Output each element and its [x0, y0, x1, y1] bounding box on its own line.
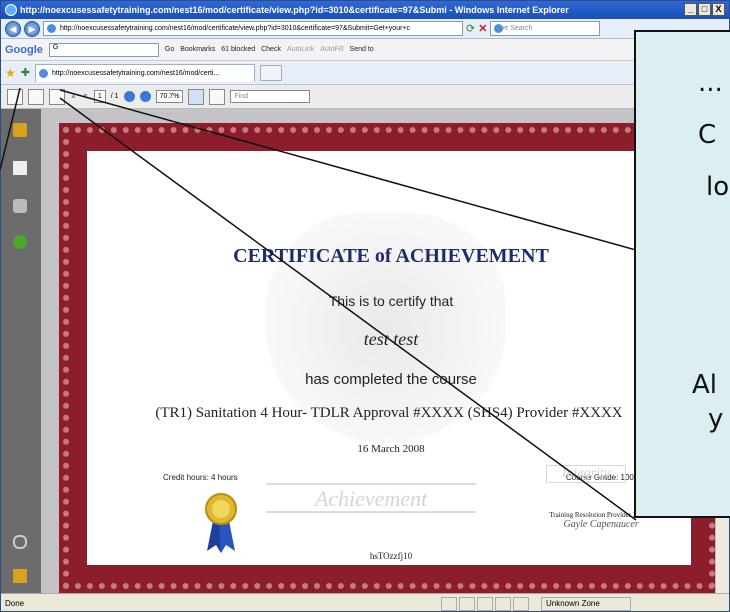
integrity-banner: Integrity	[546, 465, 626, 483]
popup-blocked-button[interactable]: 61 blocked	[221, 46, 255, 53]
favorites-star-icon[interactable]: ★	[5, 66, 16, 80]
attachment-icon[interactable]	[13, 535, 27, 549]
browser-window: http://noexcusessafetytraining.com/nest1…	[0, 0, 730, 612]
signatures-icon[interactable]	[13, 199, 27, 213]
certificate-code: hsTOzzfj10	[369, 551, 413, 561]
address-field[interactable]: http://noexcusessafetytraining.com/nest1…	[43, 21, 463, 36]
prev-page-icon[interactable]: ▲	[70, 93, 77, 100]
security-zone: Unknown Zone	[541, 597, 631, 611]
pdf-sidebar	[1, 109, 41, 593]
status-bar: Done Unknown Zone	[1, 593, 729, 611]
pages-icon[interactable]	[13, 161, 27, 175]
refresh-icon[interactable]: ⟳	[466, 22, 475, 35]
title-bar: http://noexcusessafetytraining.com/nest1…	[1, 1, 729, 19]
comments-icon[interactable]	[13, 569, 27, 583]
callout-line-4: Al	[692, 370, 718, 400]
certificate: CERTIFICATE of ACHIEVEMENT This is to ce…	[101, 153, 681, 573]
status-text: Done	[5, 599, 25, 608]
stop-icon[interactable]: ✕	[478, 22, 487, 35]
achievement-banner: Achievement	[266, 483, 476, 513]
zoom-select[interactable]: 70.7%	[155, 90, 184, 103]
zoom-out-icon[interactable]	[123, 91, 135, 102]
callout-line-1: ...	[698, 68, 723, 98]
maximize-button[interactable]: □	[698, 3, 711, 16]
google-toolbar: Google G Go Bookmarks 61 blocked Check A…	[1, 39, 729, 61]
minimize-button[interactable]: _	[684, 3, 697, 16]
spell-check-button[interactable]: Check	[261, 46, 281, 53]
print-pdf-button[interactable]	[7, 88, 23, 105]
next-page-icon[interactable]: ▼	[82, 93, 89, 100]
forward-button[interactable]: ▶	[24, 20, 40, 37]
bookmarks-button[interactable]: Bookmarks	[180, 46, 215, 53]
callout-line-5: y	[708, 404, 724, 434]
callout-box: ... C lo Al y	[634, 30, 730, 518]
callout-line-3: lo	[706, 172, 730, 202]
completed-text: has completed the course	[305, 371, 477, 388]
google-search-input[interactable]: G	[48, 42, 159, 57]
google-search-value: G	[52, 43, 59, 51]
autofill-button[interactable]: AutoFill	[320, 46, 343, 53]
send-to-button[interactable]: Send to	[350, 46, 374, 53]
fit-width-button[interactable]	[209, 88, 226, 105]
pdf-toolbar: ▲ ▼ 1 / 1 70.7% Find	[1, 85, 729, 109]
add-favorites-icon[interactable]: ✚	[21, 66, 30, 79]
back-button[interactable]: ◀	[5, 20, 21, 37]
window-controls: _ □ X	[684, 3, 725, 16]
page-total: / 1	[110, 93, 119, 100]
signature: Gayle Capenaucer	[563, 519, 639, 530]
ie-logo-icon	[5, 4, 17, 16]
pdf-page: CERTIFICATE of ACHIEVEMENT This is to ce…	[59, 123, 719, 593]
address-bar-row: ◀ ▶ http://noexcusessafetytraining.com/n…	[1, 19, 729, 39]
callout-line-2: C	[698, 120, 717, 150]
certify-text: This is to certify that	[328, 293, 454, 309]
find-input[interactable]: Find	[230, 90, 311, 103]
live-search-input[interactable]: Live Search	[490, 21, 601, 36]
status-cells	[441, 597, 529, 611]
help-icon[interactable]	[13, 235, 27, 249]
medal-icon	[205, 493, 237, 553]
fit-page-button[interactable]	[188, 88, 205, 105]
tab-bar: ★ ✚ http://noexcusessafetytraining.com/n…	[1, 61, 729, 85]
pdf-viewer: CERTIFICATE of ACHIEVEMENT This is to ce…	[1, 109, 719, 593]
zoom-in-icon[interactable]	[139, 91, 151, 102]
go-button[interactable]: Go	[165, 46, 174, 53]
autolink-button[interactable]: AutoLink	[287, 46, 314, 53]
hand-tool-button[interactable]	[49, 88, 65, 105]
tab-certificate[interactable]: http://noexcusessafetytraining.com/nest1…	[34, 63, 255, 82]
save-pdf-button[interactable]	[28, 88, 44, 105]
google-logo: Google	[5, 43, 43, 56]
course-name: (TR1) Sanitation 4 Hour- TDLR Approval #…	[155, 405, 623, 421]
credit-hours: Credit hours: 4 hours	[163, 473, 238, 482]
page-number-input[interactable]: 1	[93, 90, 106, 103]
certificate-date: 16 March 2008	[357, 443, 425, 455]
new-tab-button[interactable]	[259, 64, 282, 81]
certificate-title: CERTIFICATE of ACHIEVEMENT	[233, 245, 549, 267]
lock-icon[interactable]	[13, 123, 27, 137]
window-title: http://noexcusessafetytraining.com/nest1…	[20, 5, 569, 15]
recipient-name: test test	[363, 329, 419, 349]
close-button[interactable]: X	[712, 3, 725, 16]
